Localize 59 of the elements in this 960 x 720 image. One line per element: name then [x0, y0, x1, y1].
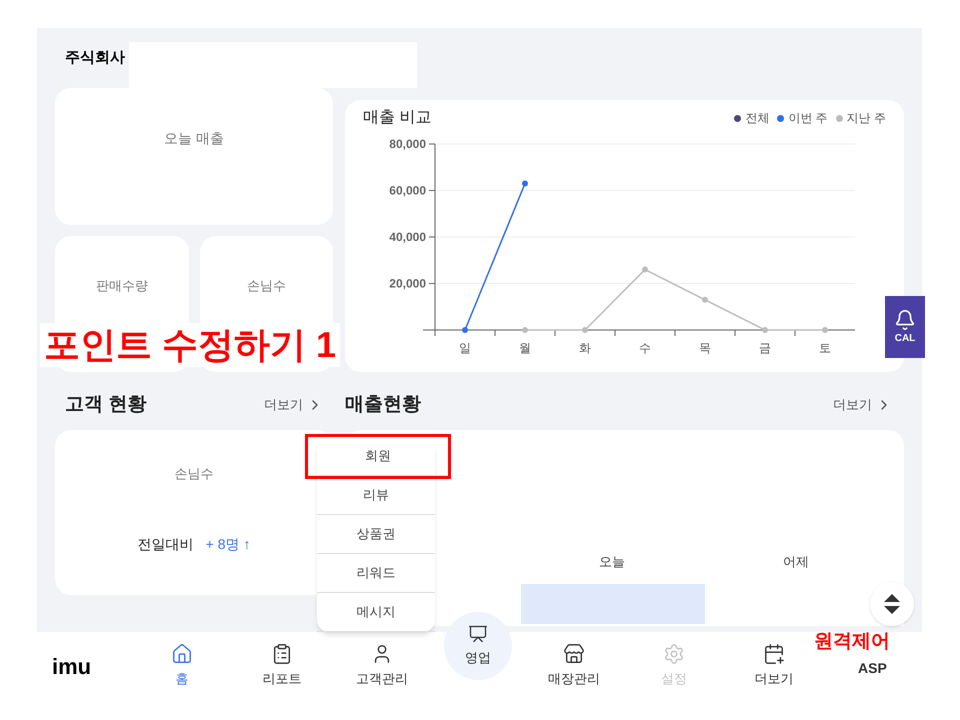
more-link[interactable]: 더보기 — [833, 395, 892, 415]
nav-tab[interactable]: 리포트 — [232, 636, 332, 696]
nav-tab[interactable]: 매장관리 — [524, 636, 624, 696]
settings-icon — [663, 643, 685, 666]
bell-icon — [894, 308, 916, 330]
x-tick-label: 일 — [459, 341, 471, 355]
monitor-icon — [468, 624, 488, 644]
nav-tab[interactable]: 홈 — [132, 636, 232, 696]
nav-tab[interactable]: 고객관리 — [332, 636, 432, 696]
data-point — [762, 327, 768, 333]
company-type: 주식회사 — [65, 48, 125, 68]
annotation-text: 원격제어 — [814, 630, 890, 654]
section-title: 고객 현황 — [65, 392, 146, 417]
data-point — [582, 327, 588, 333]
data-point — [702, 296, 708, 303]
y-tick-label: 40,000 — [389, 230, 426, 244]
card-label: 손님수 — [246, 277, 286, 295]
section-title: 매출현황 — [345, 392, 421, 417]
legend-label: 전체 — [745, 110, 770, 127]
menu-item[interactable]: 리뷰 — [317, 476, 435, 515]
data-point — [822, 327, 828, 333]
nav-center-button[interactable]: 영업 — [444, 612, 512, 680]
column-header: 어제 — [782, 553, 810, 571]
menu-item[interactable]: 회원 — [308, 437, 448, 476]
y-tick-label: 60,000 — [389, 184, 426, 198]
home-icon — [171, 643, 193, 666]
data-point — [642, 266, 648, 273]
clipboard-icon — [271, 643, 293, 666]
x-tick-label: 월 — [519, 341, 531, 355]
calendar-plus-icon — [763, 643, 785, 666]
y-tick-label: 20,000 — [389, 276, 426, 290]
chart-title: 매출 비교 — [363, 108, 432, 128]
data-point — [522, 180, 528, 187]
store-icon — [563, 643, 585, 666]
more-link[interactable]: 더보기 — [264, 395, 323, 415]
x-tick-label: 목 — [699, 341, 711, 355]
x-tick-label: 금 — [759, 341, 771, 355]
x-tick-label: 토 — [819, 341, 831, 355]
card-label: 손님수 — [174, 465, 214, 483]
call-button[interactable]: CAL — [885, 296, 925, 358]
x-tick-label: 화 — [579, 341, 591, 355]
compare-label: 전일대비 — [138, 534, 194, 554]
compare-value: + 8명 ↑ — [206, 534, 250, 554]
legend-label: 이번 주 — [788, 110, 828, 127]
app-logo: imu — [52, 652, 92, 680]
menu-item[interactable]: 메시지 — [317, 593, 435, 632]
menu-item[interactable]: 리워드 — [317, 554, 435, 593]
menu-item[interactable]: 상품권 — [317, 515, 435, 554]
data-point — [522, 327, 528, 333]
column-header: 오늘 — [598, 553, 626, 571]
card-label: 판매수량 — [96, 277, 148, 295]
y-tick-label: 80,000 — [389, 137, 426, 151]
nav-tab[interactable]: ASP — [854, 658, 891, 678]
annotation-text: 포인트 수정하기 1 — [40, 323, 340, 367]
legend-label: 지난 주 — [846, 110, 886, 127]
x-tick-label: 수 — [639, 341, 651, 355]
card-label: 오늘 매출 — [164, 129, 224, 148]
data-point — [462, 327, 468, 333]
up-down-icon — [884, 594, 900, 614]
